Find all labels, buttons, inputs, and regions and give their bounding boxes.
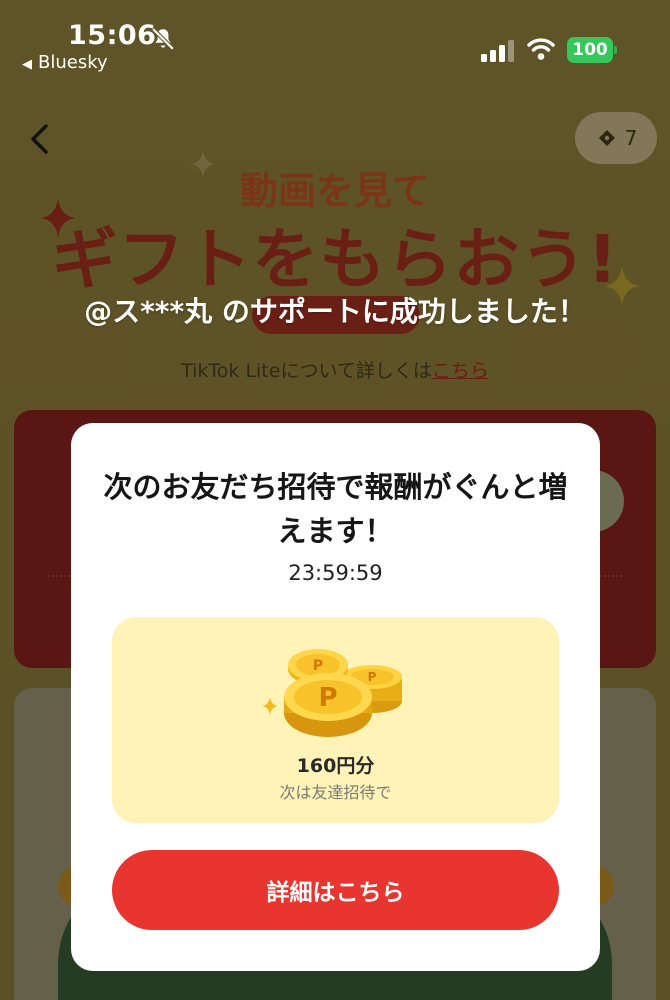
svg-text:P: P bbox=[313, 658, 323, 674]
status-time: 15:06 bbox=[68, 20, 157, 51]
invite-reward-modal: 次のお友だち招待で報酬がぐんと増えます！ 23:59:59 P P P 160円… bbox=[71, 423, 600, 971]
ticket-icon bbox=[598, 130, 615, 146]
ticket-count: 7 bbox=[624, 126, 638, 150]
reward-box: P P P 160円分 次は友達招待で bbox=[112, 617, 559, 823]
sparkle-icon bbox=[190, 150, 216, 178]
about-link[interactable]: こちら bbox=[432, 360, 489, 382]
success-toast: @ス***丸 のサポートに成功しました！ bbox=[84, 295, 586, 328]
sparkle-icon bbox=[40, 198, 76, 238]
svg-text:P: P bbox=[368, 670, 377, 684]
battery-indicator: 100 bbox=[567, 37, 617, 63]
wifi-icon bbox=[527, 38, 555, 60]
bell-slash-icon bbox=[151, 27, 175, 51]
back-to-app-link[interactable]: ◀ Bluesky bbox=[22, 52, 108, 73]
reward-note: 次は友達招待で bbox=[279, 783, 392, 802]
details-button[interactable]: 詳細はこちら bbox=[112, 850, 559, 930]
svg-text:P: P bbox=[318, 683, 337, 713]
modal-title: 次のお友だち招待で報酬がぐんと増えます！ bbox=[103, 470, 568, 548]
back-arrow-icon[interactable] bbox=[26, 122, 56, 156]
about-tiktok-lite: TikTok Liteについて詳しくはこちら bbox=[0, 356, 670, 383]
ticket-counter[interactable]: 7 bbox=[575, 112, 657, 164]
back-triangle-icon: ◀ bbox=[22, 57, 32, 72]
hero-title: ギフトをもらおう! bbox=[51, 221, 619, 298]
coin-stack-icon: P P P bbox=[262, 649, 402, 737]
back-app-label: Bluesky bbox=[38, 52, 108, 73]
about-prefix: TikTok Liteについて詳しくは bbox=[181, 360, 432, 382]
status-bar: 15:06 ◀ Bluesky 100 bbox=[0, 0, 670, 80]
countdown-timer: 23:59:59 bbox=[288, 561, 383, 585]
signal-icon bbox=[481, 40, 514, 62]
reward-amount: 160円分 bbox=[296, 755, 375, 777]
